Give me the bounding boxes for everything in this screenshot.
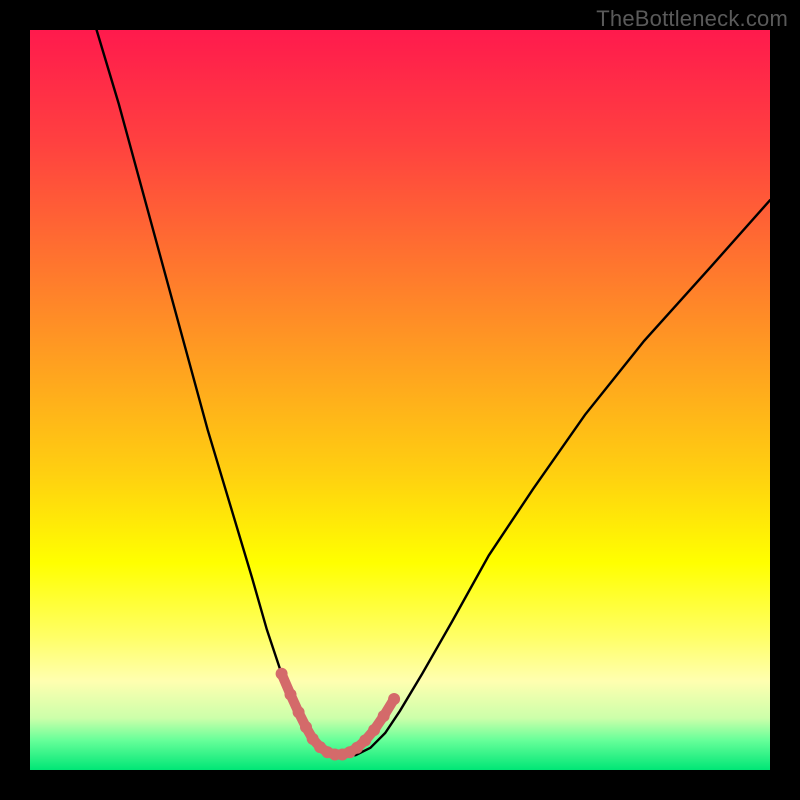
valley-highlight-dot [368,724,380,736]
watermark-text: TheBottleneck.com [596,6,788,32]
valley-highlight [276,668,401,761]
chart-frame: TheBottleneck.com [0,0,800,800]
valley-highlight-dot [359,734,371,746]
valley-highlight-dot [285,689,297,701]
bottleneck-curve [97,30,770,755]
valley-highlight-dot [276,668,288,680]
valley-highlight-dot [378,710,390,722]
curve-svg [30,30,770,770]
plot-area [30,30,770,770]
valley-highlight-dot [388,693,400,705]
valley-highlight-dot [300,721,312,733]
valley-highlight-dot [293,706,305,718]
